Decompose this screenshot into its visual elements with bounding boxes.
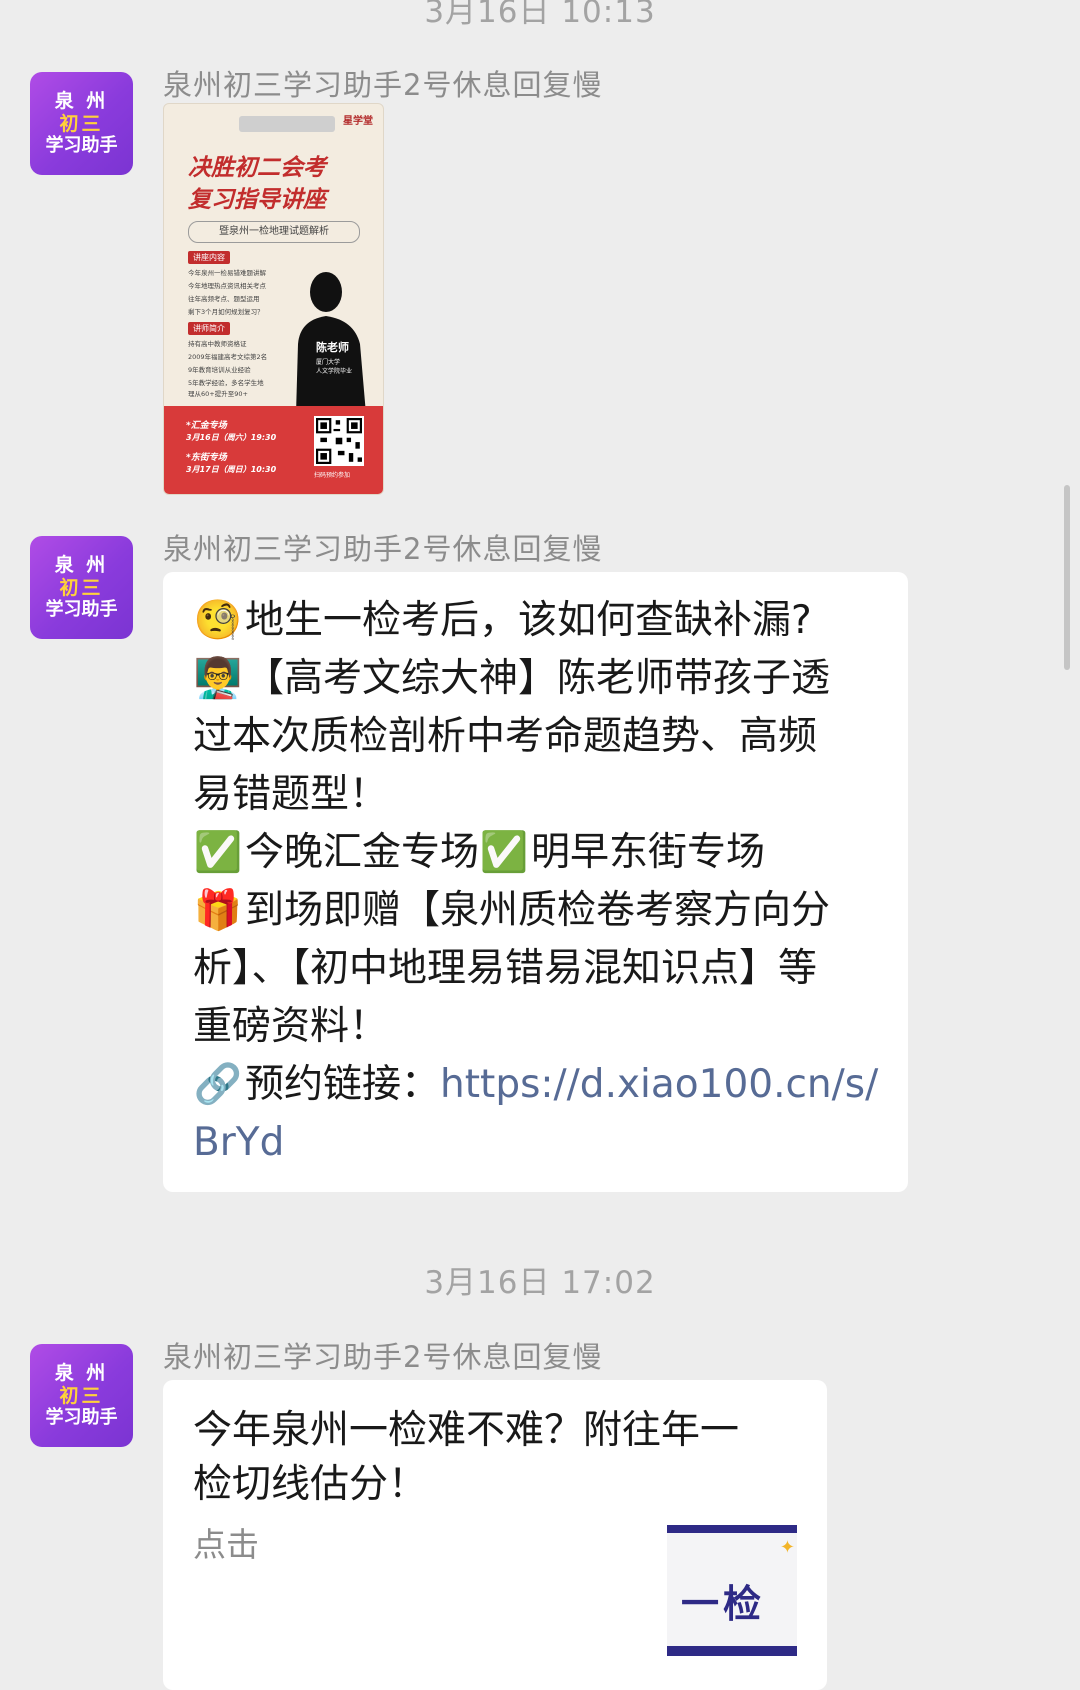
message-line: 👨‍🏫【高考文综大神】陈老师带孩子透 xyxy=(193,650,880,708)
link-card-title-line: 检切线估分！ xyxy=(193,1462,428,1507)
message-line: 析】、【初中地理易错易混知识点】等 xyxy=(193,940,880,998)
poster-item: 理从60+提升至90+ xyxy=(188,390,248,398)
poster-item: 5年教学经验，多名学生地 xyxy=(188,379,264,387)
message-line: 过本次质检剖析中考命题趋势、高频 xyxy=(193,708,880,766)
venue-time: 3月17日（周日）10:30 xyxy=(186,465,277,474)
thumb-text: 一检 xyxy=(681,1582,766,1626)
poster-item: 持有高中教师资格证 xyxy=(188,340,247,348)
thinking-face-icon: 🧐 xyxy=(193,598,243,643)
line-text: 重磅资料！ xyxy=(193,1004,389,1049)
avatar-text: 学习助手 xyxy=(45,135,118,157)
line-text: 过本次质检剖析中考命题趋势、高频 xyxy=(193,714,818,759)
venue-name: *汇金专场 xyxy=(186,421,227,431)
line-text: 今晚汇金专场 xyxy=(245,830,480,875)
booking-link[interactable]: BrYd xyxy=(193,1120,284,1165)
poster-section-label: 讲座内容 xyxy=(188,251,230,264)
message-line: 🔗预约链接：https://d.xiao100.cn/s/ xyxy=(193,1056,880,1114)
gift-icon: 🎁 xyxy=(193,888,243,933)
avatar[interactable]: 泉 州 初三 学习助手 xyxy=(30,536,133,639)
booking-link[interactable]: https://d.xiao100.cn/s/ xyxy=(440,1062,878,1107)
avatar[interactable]: 泉 州 初三 学习助手 xyxy=(30,72,133,175)
line-text: 明早东街专场 xyxy=(531,830,766,875)
message-line: 重磅资料！ xyxy=(193,998,880,1056)
teacher-school-line: 厦门大学 xyxy=(316,359,341,366)
message-line: 🎁到场即赠【泉州质检卷考察方向分 xyxy=(193,882,880,940)
message-text: 🧐地生一检考后，该如何查缺补漏? 👨‍🏫【高考文综大神】陈老师带孩子透 过本次质… xyxy=(193,592,880,1172)
poster-image[interactable]: 星学堂 决胜初二会考 复习指导讲座 暨泉州一检地理试题解析 讲座内容 今年泉州一… xyxy=(163,103,384,495)
line-text: 到场即赠【泉州质检卷考察方向分 xyxy=(245,888,831,933)
message-line: 易错题型！ xyxy=(193,766,880,824)
check-mark-icon: ✅ xyxy=(193,830,243,875)
timestamp: 3月16日 10:13 xyxy=(424,0,656,30)
line-text: 析】、【初中地理易错易混知识点】等 xyxy=(193,946,818,991)
teacher-name: 陈老师 xyxy=(316,341,349,354)
teacher-school-line: 人文学院毕业 xyxy=(316,368,353,375)
line-text: 预约链接： xyxy=(245,1062,441,1107)
poster-item: 今年地理热点资讯相关考点 xyxy=(188,282,266,290)
avatar-text: 学习助手 xyxy=(45,599,118,621)
poster-item: 9年教育培训从业经验 xyxy=(188,366,251,374)
avatar-text: 初三 xyxy=(59,576,104,599)
poster-item: 往年高频考点、题型运用 xyxy=(188,295,260,303)
thumb-bar xyxy=(667,1646,797,1656)
poster-title-line: 复习指导讲座 xyxy=(188,187,326,213)
thumb-bar xyxy=(667,1525,797,1533)
poster-title-line: 决胜初二会考 xyxy=(188,155,326,181)
sender-name: 泉州初三学习助手2号休息回复慢 xyxy=(163,532,603,566)
poster-item: 2009年福建高考文综第2名 xyxy=(188,353,268,361)
poster-item: 剩下3个月如何规划复习？ xyxy=(188,308,264,316)
qr-code-icon xyxy=(314,416,364,466)
poster-title: 决胜初二会考 复习指导讲座 xyxy=(188,152,368,216)
link-card-title-line: 今年泉州一检难不难？附往年一 xyxy=(193,1408,740,1453)
check-mark-icon: ✅ xyxy=(479,830,529,875)
message-line: BrYd xyxy=(193,1114,880,1172)
clipboard-clip xyxy=(239,116,335,132)
avatar-text: 泉 州 xyxy=(54,554,109,577)
message-line: 🧐地生一检考后，该如何查缺补漏? xyxy=(193,592,880,650)
avatar[interactable]: 泉 州 初三 学习助手 xyxy=(30,1344,133,1447)
message-line: ✅今晚汇金专场✅明早东街专场 xyxy=(193,824,880,882)
poster-subtitle: 暨泉州一检地理试题解析 xyxy=(188,221,360,243)
avatar-text: 初三 xyxy=(59,112,104,135)
teacher-school: 厦门大学 人文学院毕业 xyxy=(316,358,352,376)
avatar-text: 泉 州 xyxy=(54,1362,109,1385)
venue-name: *东街专场 xyxy=(186,453,227,463)
sparkle-icon: ✦ xyxy=(779,1537,795,1558)
poster-item: 今年泉州一检易错难题讲解 xyxy=(188,269,266,277)
line-text: 易错题型！ xyxy=(193,772,389,817)
avatar-text: 学习助手 xyxy=(45,1407,118,1429)
poster-brand: 星学堂 xyxy=(343,116,373,127)
line-text: 【高考文综大神】陈老师带孩子透 xyxy=(245,656,831,701)
poster-section-label: 讲师简介 xyxy=(188,322,230,335)
message-bubble[interactable]: 🧐地生一检考后，该如何查缺补漏? 👨‍🏫【高考文综大神】陈老师带孩子透 过本次质… xyxy=(163,572,908,1192)
avatar-text: 初三 xyxy=(59,1384,104,1407)
venue-time: 3月16日（周六）19:30 xyxy=(186,433,277,442)
timestamp: 3月16日 17:02 xyxy=(424,1265,656,1301)
link-card-title: 今年泉州一检难不难？附往年一 检切线估分！ xyxy=(193,1404,799,1512)
scrollbar[interactable] xyxy=(1064,485,1070,670)
qr-caption: 扫码预约参加 xyxy=(314,472,351,479)
link-icon: 🔗 xyxy=(193,1062,243,1107)
link-card-thumbnail[interactable]: ✦ 一检 xyxy=(667,1525,797,1656)
avatar-text: 泉 州 xyxy=(54,90,109,113)
line-text: 地生一检考后，该如何查缺补漏? xyxy=(245,598,812,643)
teacher-icon: 👨‍🏫 xyxy=(193,656,243,701)
sender-name: 泉州初三学习助手2号休息回复慢 xyxy=(163,68,603,102)
sender-name: 泉州初三学习助手2号休息回复慢 xyxy=(163,1340,603,1374)
